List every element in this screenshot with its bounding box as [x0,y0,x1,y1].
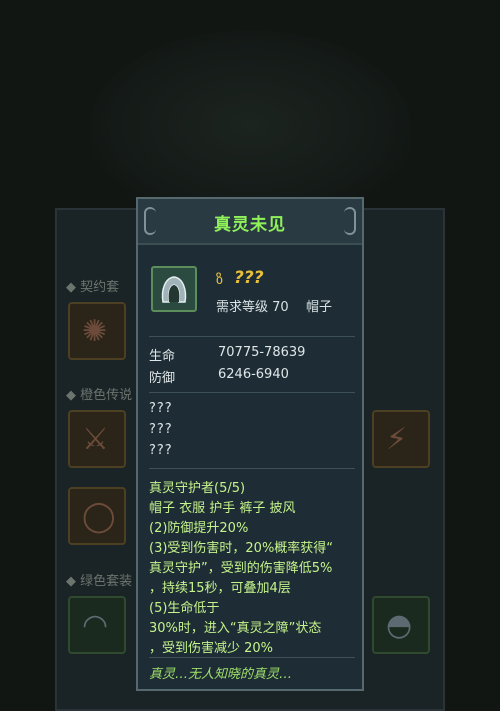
set-bonus-line: 真灵守护”，受到的伤害降低5% [149,561,333,576]
divider [149,468,355,469]
item-name: ??? [234,268,264,288]
tooltip-header: 真灵未见 [138,199,362,245]
helmet-icon: ◓ [386,608,413,643]
item-set-title: 真灵未见 [214,215,286,235]
hidden-affix: ??? [149,443,173,458]
bg-section-label: ◆ 绿色套装 [66,574,133,589]
bg-equip-slot[interactable]: ◠ [68,596,126,654]
stat-label: 防御 [149,371,176,386]
weapon-icon: ⚔ [82,422,109,457]
key-icon: ზ [216,272,224,288]
bg-section-label: ◆ 橙色传说 [66,388,133,403]
set-bonus-line: ，持续15秒，可叠加4层 [149,581,291,596]
stat-value: 70775-78639 [218,345,306,360]
gear-orb-icon: ✺ [82,314,108,349]
set-bonus-line: (2)防御提升20% [149,521,249,536]
item-slot-type: 帽子 [306,300,333,315]
set-bonus-line: 真灵守护者(5/5) [149,481,246,496]
stat-value: 6246-6940 [218,367,289,382]
bg-equip-slot[interactable]: ◓ [372,596,430,654]
hidden-affix: ??? [149,401,173,416]
divider [149,392,355,393]
ring-icon: ◯ [82,499,116,534]
bg-equip-slot[interactable]: ⚡ [372,410,430,468]
set-bonus-line: ，受到伤害减少 20% [149,641,274,656]
level-requirement: 需求等级 70 [216,300,289,315]
hidden-affix: ??? [149,422,173,437]
background-emblem [90,30,410,220]
bg-equip-slot[interactable]: ◯ [68,487,126,545]
item-tooltip: 真灵未见 ზ ??? 需求等级 70 帽子 生命 70775-78639 防御 … [136,197,364,691]
bg-section-label: ◆ 契约套 [66,280,120,295]
divider [149,336,355,337]
stat-label: 生命 [149,349,176,364]
bg-equip-slot[interactable]: ✺ [68,302,126,360]
weapon-icon: ⚡ [386,422,408,457]
bg-equip-slot[interactable]: ⚔ [68,410,126,468]
set-bonus-line: 30%时，进入“真灵之障”状态 [149,621,322,636]
hood-icon: ◠ [82,608,109,643]
set-bonus-line: (5)生命低于 [149,601,220,616]
set-bonus-line: 帽子 衣服 护手 裤子 披风 [149,501,296,516]
set-bonus-line: (3)受到伤害时，20%概率获得“ [149,541,334,556]
flavor-text: 真灵…无人知晓的真灵… [149,667,293,682]
hood-icon [151,266,197,312]
divider [149,657,355,658]
